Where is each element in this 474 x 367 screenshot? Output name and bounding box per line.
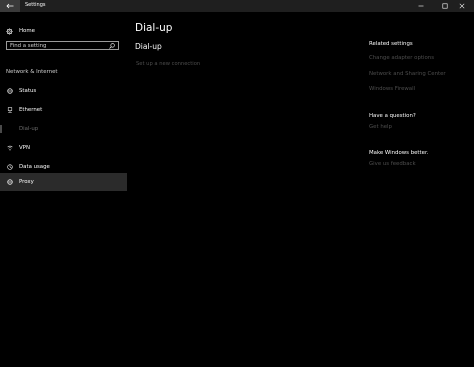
get-help-link[interactable]: Get help — [369, 124, 392, 130]
change-adapter-options-link[interactable]: Change adapter options — [369, 55, 434, 61]
sidebar-item-vpn[interactable]: VPN — [0, 139, 127, 157]
close-button[interactable] — [450, 0, 474, 12]
globe-icon — [7, 88, 13, 94]
close-icon — [459, 3, 465, 9]
setup-new-connection-link[interactable]: Set up a new connection — [136, 61, 200, 67]
proxy-globe-icon — [7, 179, 13, 185]
maximize-icon — [442, 3, 448, 9]
minimize-icon — [418, 5, 424, 7]
sidebar-item-label: Dial-up — [19, 126, 39, 132]
minimize-button[interactable] — [409, 0, 433, 12]
sidebar-item-label: Data usage — [19, 164, 50, 170]
give-feedback-link[interactable]: Give us feedback — [369, 161, 416, 167]
sidebar-item-label: Status — [19, 88, 37, 94]
search-icon — [109, 43, 115, 49]
windows-firewall-link[interactable]: Windows Firewall — [369, 86, 415, 92]
related-settings-heading: Related settings — [369, 41, 413, 47]
search-placeholder: Find a setting — [10, 43, 47, 49]
window-title: Settings — [25, 2, 46, 8]
back-arrow-icon — [6, 3, 14, 9]
sidebar-item-dial-up[interactable]: Dial-up — [0, 120, 127, 138]
sidebar-item-proxy[interactable]: Proxy — [0, 173, 127, 191]
gear-icon — [6, 27, 13, 35]
sidebar-item-ethernet[interactable]: Ethernet — [0, 101, 127, 119]
page-title: Dial-up — [135, 22, 173, 34]
back-button[interactable] — [0, 0, 20, 12]
search-input[interactable]: Find a setting — [6, 41, 119, 50]
sidebar-item-label: Proxy — [19, 179, 34, 185]
vpn-icon — [7, 145, 13, 151]
sidebar-item-label: VPN — [19, 145, 30, 151]
network-sharing-center-link[interactable]: Network and Sharing Center — [369, 71, 446, 77]
data-usage-icon — [7, 164, 13, 170]
settings-window: Settings Home Find a setting Network & I… — [0, 0, 474, 367]
home-label: Home — [19, 28, 35, 34]
title-bar: Settings — [0, 0, 474, 12]
home-nav-item[interactable]: Home — [6, 26, 35, 36]
sidebar-item-status[interactable]: Status — [0, 82, 127, 100]
navigation-pane: Home Find a setting Network & Internet S… — [0, 12, 127, 367]
section-heading: Dial-up — [135, 42, 162, 51]
section-label: Network & Internet — [6, 69, 58, 75]
selection-indicator — [0, 125, 2, 133]
sidebar-item-label: Ethernet — [19, 107, 43, 113]
ethernet-icon — [7, 107, 13, 113]
make-windows-better-heading: Make Windows better. — [369, 150, 429, 156]
have-a-question-heading: Have a question? — [369, 113, 416, 119]
